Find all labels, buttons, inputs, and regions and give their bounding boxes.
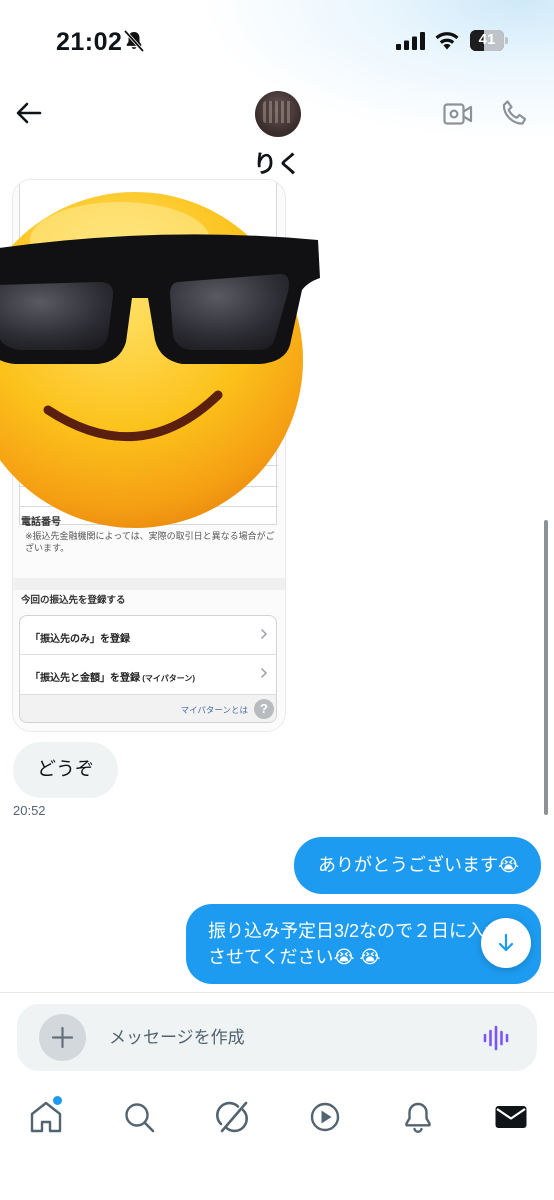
status-time: 21:02 bbox=[56, 28, 123, 56]
image-note: ※振込先金融機関によっては、実際の取引日と異なる場合がございます。 bbox=[25, 531, 275, 553]
message-composer bbox=[17, 1004, 537, 1071]
image-option-label: 「振込先と金額」を登録 (マイパターン) bbox=[30, 673, 195, 684]
image-option-payee-only: 「振込先のみ」を登録 bbox=[20, 616, 276, 655]
composer-divider bbox=[0, 992, 554, 993]
outgoing-message-bubble[interactable]: ありがとうございます😭 bbox=[293, 837, 541, 894]
wifi-icon bbox=[435, 32, 459, 50]
cellular-signal-icon bbox=[396, 32, 425, 50]
battery-icon: 41 bbox=[470, 30, 508, 51]
image-section-title: 今回の振込先を登録する bbox=[21, 595, 126, 606]
message-input[interactable] bbox=[109, 1026, 449, 1050]
messages-icon[interactable] bbox=[492, 1098, 530, 1136]
chevron-right-icon bbox=[260, 628, 268, 640]
battery-body: 41 bbox=[470, 30, 504, 51]
phone-call-button[interactable] bbox=[498, 98, 530, 130]
smiling-face-with-sunglasses-emoji bbox=[0, 192, 320, 528]
image-separator bbox=[13, 578, 285, 590]
scroll-to-bottom-button[interactable] bbox=[481, 918, 531, 968]
video-call-button[interactable] bbox=[442, 100, 474, 128]
search-icon[interactable] bbox=[120, 1098, 158, 1136]
home-badge bbox=[53, 1096, 62, 1105]
battery-level: 41 bbox=[478, 31, 496, 48]
avatar[interactable] bbox=[255, 91, 301, 137]
image-help-link: マイパターンとは bbox=[180, 705, 248, 715]
arrow-down-icon bbox=[498, 933, 514, 952]
plus-icon bbox=[51, 1026, 74, 1049]
scrollbar[interactable] bbox=[544, 520, 548, 815]
add-attachment-button[interactable] bbox=[39, 1014, 86, 1061]
battery-nub bbox=[505, 37, 508, 44]
bell-off-icon bbox=[124, 30, 144, 52]
voice-waveform-icon[interactable] bbox=[482, 1024, 512, 1052]
video-play-icon[interactable] bbox=[306, 1098, 344, 1136]
incoming-message-bubble[interactable]: どうぞ bbox=[13, 742, 119, 798]
image-option-label: 「振込先のみ」を登録 bbox=[30, 634, 130, 645]
message-timestamp: 20:52 bbox=[13, 803, 46, 818]
notifications-icon[interactable] bbox=[399, 1098, 437, 1136]
home-indicator bbox=[0, 1196, 554, 1200]
chevron-right-icon bbox=[260, 667, 268, 679]
grok-icon[interactable] bbox=[213, 1098, 251, 1136]
question-icon: ? bbox=[254, 699, 274, 719]
back-button[interactable] bbox=[12, 96, 46, 130]
image-help-row: マイパターンとは ? bbox=[20, 694, 276, 722]
image-option-payee-and-amount: 「振込先と金額」を登録 (マイパターン) bbox=[20, 655, 276, 693]
image-options-box: 「振込先のみ」を登録 「振込先と金額」を登録 (マイパターン) マイパターンとは… bbox=[19, 615, 277, 723]
